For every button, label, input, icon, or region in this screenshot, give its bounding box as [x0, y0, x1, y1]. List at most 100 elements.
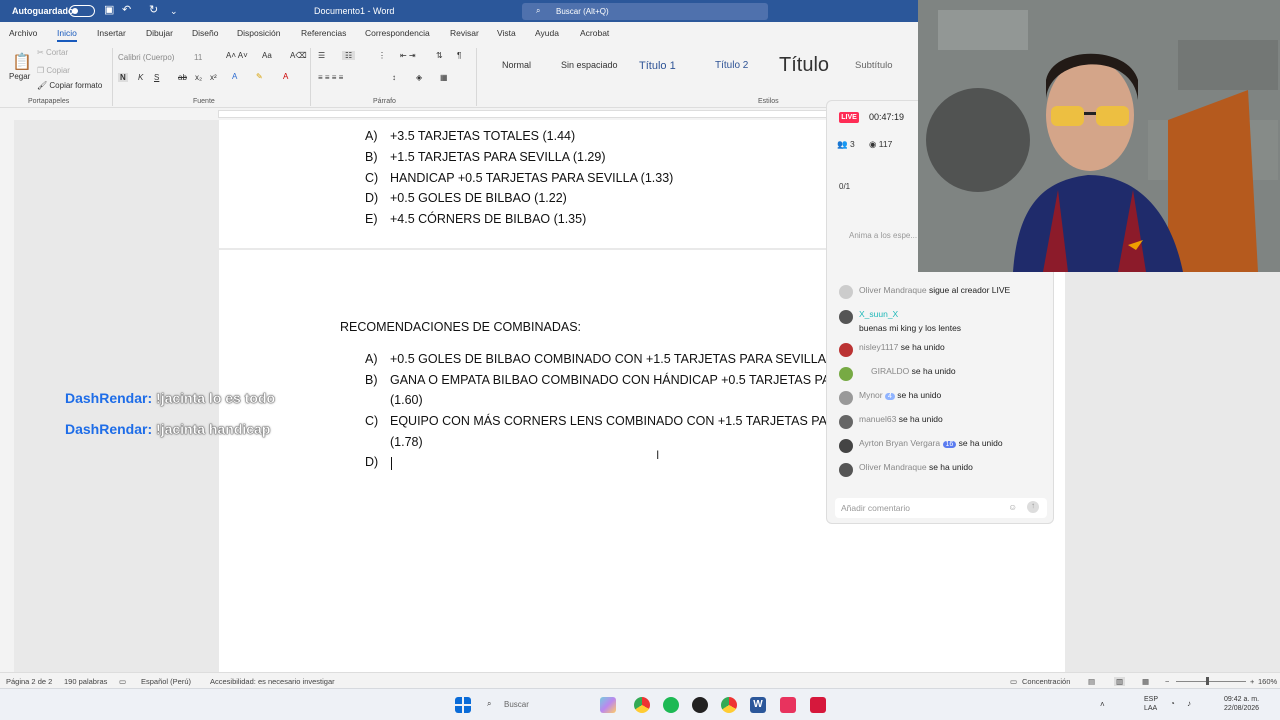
sort-icon[interactable]: ⇅ [436, 51, 443, 60]
chrome-icon[interactable] [634, 697, 650, 713]
tab-archivo[interactable]: Archivo [9, 28, 37, 38]
clear-format-icon[interactable]: A⌫ [290, 51, 307, 60]
tab-vista[interactable]: Vista [497, 28, 516, 38]
language-switch[interactable]: ESP LAA [1144, 695, 1158, 713]
word-count[interactable]: 190 palabras [64, 677, 107, 686]
tab-inicio[interactable]: Inicio [57, 28, 77, 42]
tab-diseno[interactable]: Diseño [192, 28, 218, 38]
highlight-icon[interactable]: ✎ [256, 72, 263, 81]
text-effects-icon[interactable]: A [232, 72, 237, 81]
search-box[interactable]: ⌕ Buscar (Alt+Q) [522, 3, 768, 20]
style-heading2[interactable]: Título 2 [715, 60, 748, 71]
chat-message: !jacinta handicap [156, 421, 271, 437]
list-marker: A) [365, 352, 378, 366]
strikethrough-button[interactable]: ab [178, 73, 187, 82]
tiktok-icon[interactable] [780, 697, 796, 713]
clock-date: 22/08/2026 [1224, 705, 1260, 712]
tab-ayuda[interactable]: Ayuda [535, 28, 559, 38]
word-icon[interactable]: W [750, 697, 766, 713]
focus-mode[interactable]: Concentración [1022, 677, 1070, 686]
lang-2: LAA [1144, 705, 1158, 712]
focus-icon[interactable]: ▭ [1010, 677, 1017, 686]
volume-icon[interactable]: ♪ [1187, 699, 1191, 708]
tab-revisar[interactable]: Revisar [450, 28, 479, 38]
list-marker: A) [365, 129, 378, 143]
lang-1: ESP [1144, 696, 1159, 703]
customize-qat-icon[interactable]: ⌄ [170, 6, 178, 17]
spotify-icon[interactable] [663, 697, 679, 713]
align-icons[interactable]: ≡ ≡ ≡ ≡ [318, 73, 343, 82]
network-icon[interactable]: ◔ [1170, 699, 1175, 708]
underline-button[interactable]: S [154, 73, 159, 82]
tab-referencias[interactable]: Referencias [301, 28, 346, 38]
subscript-button[interactable]: x₂ [195, 73, 202, 82]
bold-button[interactable]: N [118, 73, 128, 82]
avatar [839, 367, 853, 381]
taskbar-search[interactable]: Buscar [504, 700, 529, 709]
autosave-toggle[interactable] [69, 5, 95, 17]
read-mode-icon[interactable]: ▤ [1088, 677, 1095, 686]
group-label-styles: Estilos [758, 98, 779, 105]
page-indicator[interactable]: Página 2 de 2 [6, 677, 52, 686]
tab-correspondencia[interactable]: Correspondencia [365, 28, 430, 38]
send-icon[interactable]: ↑ [1027, 501, 1039, 513]
font-size-select[interactable]: 11 [194, 53, 202, 62]
app-icon[interactable] [692, 697, 708, 713]
grow-font-icon[interactable]: A˄ A˅ [226, 51, 248, 60]
font-name-select[interactable]: Calibri (Cuerpo) [118, 53, 174, 62]
superscript-button[interactable]: x² [210, 73, 217, 82]
app-icon[interactable] [810, 697, 826, 713]
line-spacing-icon[interactable]: ↕ [392, 73, 396, 82]
zoom-slider-thumb[interactable] [1206, 677, 1209, 685]
web-layout-icon[interactable]: ▦ [1142, 677, 1149, 686]
widget-icon[interactable] [600, 697, 616, 713]
list-marker: B) [365, 373, 378, 387]
autosave-label: Autoguardado [12, 6, 74, 16]
bullets-icon[interactable]: ☰ [318, 51, 325, 60]
zoom-slider[interactable] [1176, 681, 1246, 682]
indent-icons[interactable]: ⇤ ⇥ [400, 51, 416, 60]
zoom-level[interactable]: 160% [1258, 677, 1277, 686]
tab-dibujar[interactable]: Dibujar [146, 28, 173, 38]
windows-start-icon[interactable] [455, 697, 471, 713]
style-no-spacing[interactable]: Sin espaciado [561, 60, 618, 70]
tab-acrobat[interactable]: Acrobat [580, 28, 609, 38]
pilcrow-icon[interactable]: ¶ [457, 51, 461, 60]
comment-input[interactable]: Añadir comentario ☺ ↑ [835, 498, 1047, 518]
style-title[interactable]: Título [779, 54, 829, 77]
print-layout-icon[interactable]: ▥ [1114, 677, 1126, 686]
tab-disposicion[interactable]: Disposición [237, 28, 280, 38]
cut-button[interactable]: ✂ Cortar [37, 48, 68, 57]
accessibility-status[interactable]: Accesibilidad: es necesario investigar [210, 677, 335, 686]
font-color-icon[interactable]: A [283, 72, 288, 81]
style-heading1[interactable]: Título 1 [639, 60, 676, 72]
ibeam-pointer-icon: I [656, 448, 660, 462]
proofing-icon[interactable]: ▭ [119, 677, 126, 686]
copy-button[interactable]: ❐ Copiar [37, 66, 70, 75]
shading-icon[interactable]: ◈ [416, 73, 422, 82]
paste-icon[interactable]: 📋 [12, 52, 32, 72]
redo-icon[interactable]: ↻ [149, 3, 158, 16]
list-item-continuation: (1.60) [390, 393, 423, 407]
zoom-in-icon[interactable]: + [1250, 677, 1254, 686]
tray-chevron-icon[interactable]: ˄ [1100, 700, 1105, 709]
emoji-icon[interactable]: ☺ [1008, 502, 1017, 512]
undo-icon[interactable]: ↶ [122, 3, 131, 16]
borders-icon[interactable]: ▦ [440, 73, 448, 82]
zoom-out-icon[interactable]: − [1165, 677, 1169, 686]
change-case-icon[interactable]: Aa [262, 51, 272, 60]
style-subtitle[interactable]: Subtítulo [855, 60, 893, 71]
tab-insertar[interactable]: Insertar [97, 28, 126, 38]
language-indicator[interactable]: Español (Perú) [141, 677, 191, 686]
style-normal[interactable]: Normal [502, 60, 531, 70]
chrome-icon[interactable] [721, 697, 737, 713]
numbering-icon[interactable]: ☷ [342, 51, 356, 60]
comment-user: X_suun_X [859, 309, 899, 319]
taskbar-search-icon[interactable]: ⌕ [487, 699, 491, 709]
multilevel-icon[interactable]: ⋮ [378, 51, 386, 60]
paste-button[interactable]: Pegar [9, 72, 30, 81]
save-icon[interactable]: ▣ [104, 3, 114, 16]
clock[interactable]: 09:42 a. m. 22/08/2026 [1224, 695, 1259, 713]
italic-button[interactable]: K [138, 73, 143, 82]
format-painter-button[interactable]: 🖌 Copiar formato [37, 81, 102, 90]
